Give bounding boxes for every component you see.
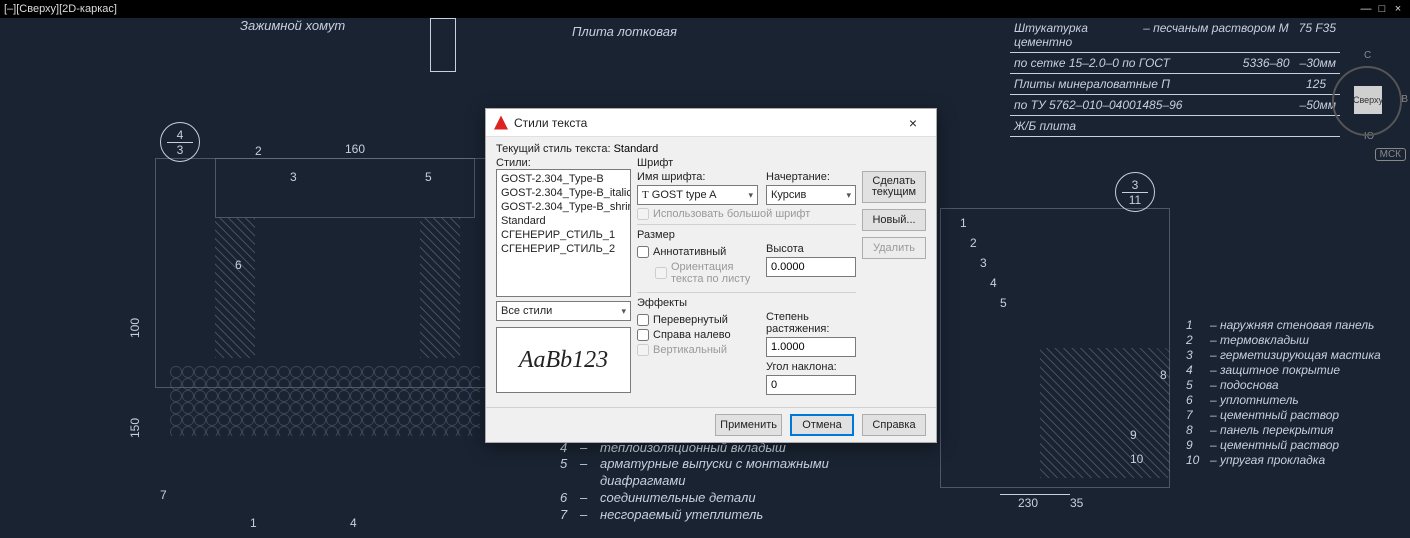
detail-callout: 4 3 (160, 122, 200, 162)
dim-label: 4 (350, 516, 357, 530)
delete-style-button: Удалить (862, 237, 926, 259)
dim-label: 2 (255, 144, 262, 158)
big-font-checkbox: Использовать большой шрифт (637, 208, 856, 220)
oblique-input[interactable] (766, 375, 856, 395)
dim-label: 2 (970, 236, 977, 250)
spec-row: Плиты минераловатные П 125 (1010, 74, 1340, 95)
spec-row: Штукатурка цементно – песчаным раствором… (1010, 18, 1340, 53)
viewcube-face[interactable]: Сверху (1354, 86, 1382, 114)
help-button[interactable]: Справка (862, 414, 926, 436)
drawing-label: Плита лотковая (572, 24, 677, 39)
app-title: [–][Сверху][2D-каркас] (4, 3, 117, 15)
vertical-checkbox: Вертикальный (637, 344, 758, 356)
chevron-down-icon: ▾ (748, 190, 753, 201)
style-list-item[interactable]: СГЕНЕРИР_СТИЛЬ_1 (497, 228, 630, 242)
app-titlebar: [–][Сверху][2D-каркас] — □ × (0, 0, 1410, 18)
font-group-label: Шрифт (637, 157, 856, 169)
spec-row: по сетке 15–2.0–0 по ГОСТ 5336–80 –30мм (1010, 53, 1340, 74)
styles-list-label: Стили: (496, 157, 631, 169)
dim-label: 9 (1130, 428, 1137, 442)
rtl-checkbox[interactable]: Справа налево (637, 329, 758, 341)
text-styles-dialog: Стили текста × Текущий стиль текста: Sta… (485, 108, 937, 443)
window-close-button[interactable]: × (1390, 3, 1406, 15)
dialog-close-button[interactable]: × (898, 115, 928, 131)
upside-down-checkbox[interactable]: Перевернутый (637, 314, 758, 326)
dim-label: 1 (960, 216, 967, 230)
font-name-dropdown[interactable]: T GOST type A ▾ (637, 185, 758, 205)
height-input[interactable] (766, 257, 856, 277)
dim-label: 1 (250, 516, 257, 530)
dim-label: 5 (425, 170, 432, 184)
dim-label: 3 (290, 170, 297, 184)
dim-label: 150 (128, 418, 142, 438)
style-list-item[interactable]: GOST-2.304_Type-B_shrink (497, 200, 630, 214)
width-factor-label: Степень растяжения: (766, 311, 856, 335)
window-maximize-button[interactable]: □ (1374, 3, 1390, 15)
style-filter-dropdown[interactable]: Все стили ▾ (496, 301, 631, 321)
style-list-item[interactable]: GOST-2.304_Type-B (497, 172, 630, 186)
set-current-button[interactable]: Сделать текущим (862, 171, 926, 203)
styles-listbox[interactable]: GOST-2.304_Type-B GOST-2.304_Type-B_ital… (496, 169, 631, 297)
window-minimize-button[interactable]: — (1358, 3, 1374, 15)
size-group-label: Размер (637, 229, 856, 241)
dialog-titlebar[interactable]: Стили текста × (486, 109, 936, 137)
annotative-checkbox[interactable]: Аннотативный (637, 246, 758, 258)
oblique-label: Угол наклона: (766, 361, 856, 373)
legend-right: 1– наружняя стеновая панель 2– термовкла… (1186, 318, 1406, 468)
app-logo-icon (494, 116, 508, 130)
dim-label: 5 (1000, 296, 1007, 310)
font-name-label: Имя шрифта: (637, 171, 758, 183)
dialog-footer: Применить Отмена Справка (486, 407, 936, 442)
current-style-value: Standard (614, 143, 659, 155)
height-label: Высота (766, 243, 856, 255)
ucs-badge[interactable]: МСК (1375, 148, 1406, 161)
style-list-item[interactable]: GOST-2.304_Type-B_italic (497, 186, 630, 200)
dim-label: 100 (128, 318, 142, 338)
viewcube-east[interactable]: В (1401, 94, 1408, 105)
detail-callout: 3 11 (1115, 172, 1155, 212)
style-preview: AaBb123 (496, 327, 631, 393)
apply-button[interactable]: Применить (715, 414, 782, 436)
font-style-label: Начертание: (766, 171, 856, 183)
orient-checkbox: Ориентация текста по листу (655, 261, 758, 285)
cancel-button[interactable]: Отмена (790, 414, 854, 436)
drawing-label: Зажимной хомут (240, 18, 345, 33)
effects-group-label: Эффекты (637, 297, 856, 309)
spec-table: Штукатурка цементно – песчаным раствором… (1010, 18, 1340, 137)
spec-row: Ж/Б плита (1010, 116, 1340, 137)
style-list-item[interactable]: Standard (497, 214, 630, 228)
viewcube-north[interactable]: С (1364, 50, 1371, 61)
width-factor-input[interactable] (766, 337, 856, 357)
dim-label: 8 (1160, 368, 1167, 382)
viewcube[interactable]: С В Ю Сверху (1332, 38, 1402, 138)
style-list-item[interactable]: СГЕНЕРИР_СТИЛЬ_2 (497, 242, 630, 256)
dim-label: 6 (235, 258, 242, 272)
spec-row: по ТУ 5762–010–04001485–96 –50мм (1010, 95, 1340, 116)
dim-label: 10 (1130, 452, 1143, 466)
dialog-title: Стили текста (514, 116, 898, 130)
dim-label: 35 (1070, 496, 1083, 510)
dim-label: 7 (160, 488, 167, 502)
new-style-button[interactable]: Новый... (862, 209, 926, 231)
current-style-label: Текущий стиль текста: Standard (496, 143, 926, 155)
dim-label: 230 (1018, 496, 1038, 510)
font-style-dropdown[interactable]: Курсив ▾ (766, 185, 856, 205)
dim-label: 3 (980, 256, 987, 270)
dim-label: 160 (345, 142, 365, 156)
chevron-down-icon: ▾ (621, 306, 626, 317)
chevron-down-icon: ▾ (846, 190, 851, 201)
dim-label: 4 (990, 276, 997, 290)
